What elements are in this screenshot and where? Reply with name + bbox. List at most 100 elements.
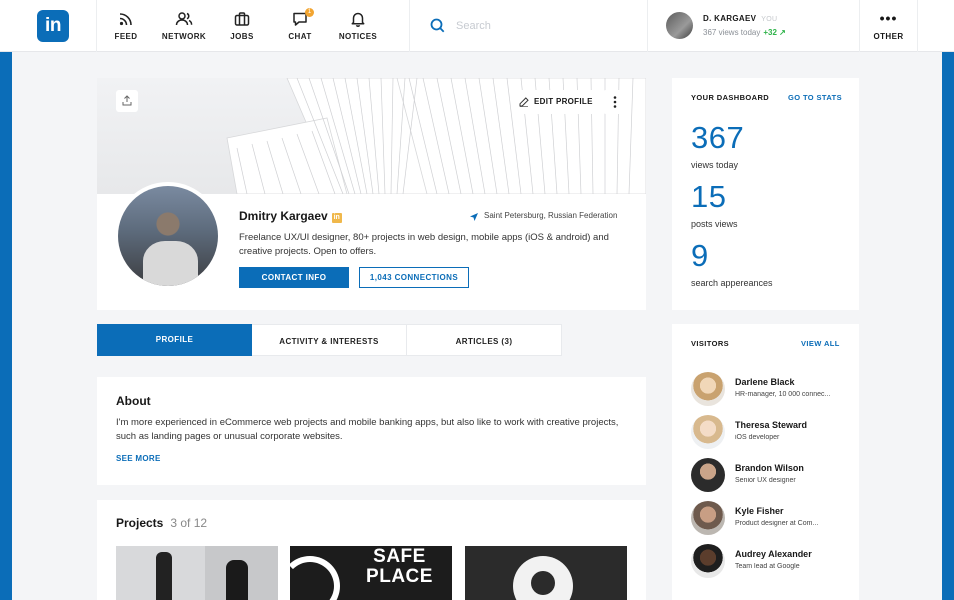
user-views: 367 views today xyxy=(703,28,761,37)
users-icon xyxy=(175,12,193,26)
profile-more-button[interactable] xyxy=(604,90,626,114)
projects-count: 3 of 12 xyxy=(170,516,208,530)
search-input[interactable] xyxy=(456,16,636,36)
stat-search-label: search appereances xyxy=(691,278,773,288)
right-accent-bar xyxy=(942,52,954,600)
stat-posts-label: posts views xyxy=(691,219,738,229)
thumb-graphic xyxy=(290,556,340,600)
search-box xyxy=(409,0,648,52)
share-icon xyxy=(122,95,132,106)
nav-item-chat[interactable]: 1 CHAT xyxy=(271,0,329,52)
location-text: Saint Petersburg, Russian Federation xyxy=(484,211,618,220)
thumb-figure xyxy=(156,552,172,600)
left-accent-bar xyxy=(0,52,12,600)
share-button[interactable] xyxy=(116,90,138,112)
chat-badge: 1 xyxy=(305,8,314,17)
connections-button[interactable]: 1,043 CONNECTIONS xyxy=(359,267,469,288)
linkedin-logo[interactable]: in xyxy=(37,10,69,42)
other-menu[interactable]: ••• OTHER xyxy=(860,0,918,52)
project-thumbnail-2[interactable]: SAFE PLACE xyxy=(290,546,452,600)
visitor-avatar xyxy=(691,458,725,492)
top-navigation: in FEED NETWORK JOBS 1 CHAT NOTICES D. K… xyxy=(0,0,954,52)
tab-articles[interactable]: ARTICLES (3) xyxy=(407,324,562,356)
nav-item-network[interactable]: NETWORK xyxy=(155,0,213,52)
profile-avatar[interactable] xyxy=(114,182,222,290)
projects-title: Projects xyxy=(116,516,164,530)
about-text: I'm more experienced in eCommerce web pr… xyxy=(116,417,619,442)
visitor-name: Darlene Black xyxy=(735,377,795,387)
nav-label-notices: NOTICES xyxy=(338,32,378,41)
edit-profile-button[interactable]: EDIT PROFILE xyxy=(512,90,598,114)
more-horizontal-icon: ••• xyxy=(879,10,898,26)
visitor-role: iOS developer xyxy=(735,434,780,441)
visitor-name: Brandon Wilson xyxy=(735,463,804,473)
dashboard-title: YOUR DASHBOARD xyxy=(691,93,770,102)
visitor-role: Senior UX designer xyxy=(735,477,796,484)
contact-info-button[interactable]: CONTACT INFO xyxy=(239,267,349,288)
visitors-card: VISITORS VIEW ALL Darlene Black HR-manag… xyxy=(672,324,859,600)
visitor-avatar xyxy=(691,544,725,578)
project-2-title: SAFE PLACE xyxy=(366,546,433,587)
stat-views-value: 367 xyxy=(691,120,745,155)
other-label: OTHER xyxy=(873,32,904,41)
projects-section: Projects 3 of 12 SAFE PLACE xyxy=(97,500,646,600)
user-name: D. KARGAEV xyxy=(703,14,757,23)
tab-profile[interactable]: PROFILE xyxy=(97,324,252,356)
visitor-item[interactable]: Audrey Alexander Team lead at Google xyxy=(691,544,851,578)
visitor-item[interactable]: Kyle Fisher Product designer at Com... xyxy=(691,501,851,535)
nav-label-feed: FEED xyxy=(114,32,138,41)
dashboard-card: YOUR DASHBOARD GO TO STATS 367 views tod… xyxy=(672,78,859,310)
about-section: About I'm more experienced in eCommerce … xyxy=(97,377,646,485)
visitor-item[interactable]: Brandon Wilson Senior UX designer xyxy=(691,458,851,492)
project-thumbnail-1[interactable] xyxy=(116,546,278,600)
more-vertical-icon xyxy=(613,96,617,108)
projects-title-line: Projects 3 of 12 xyxy=(116,516,207,530)
project-thumbnail-3[interactable] xyxy=(465,546,627,600)
visitor-name: Kyle Fisher xyxy=(735,506,784,516)
briefcase-icon xyxy=(234,12,250,26)
nav-item-jobs[interactable]: JOBS xyxy=(213,0,271,52)
go-to-stats-link[interactable]: GO TO STATS xyxy=(788,93,842,102)
tab-activity-interests[interactable]: ACTIVITY & INTERESTS xyxy=(252,324,407,356)
visitors-title: VISITORS xyxy=(691,339,730,348)
nav-label-jobs: JOBS xyxy=(230,32,254,41)
bell-icon xyxy=(351,12,365,27)
profile-location: Saint Petersburg, Russian Federation xyxy=(469,211,618,221)
user-you-label: YOU xyxy=(761,16,778,23)
profile-name-line: Dmitry Kargaev in xyxy=(239,209,342,223)
visitor-name: Theresa Steward xyxy=(735,420,808,430)
edit-icon xyxy=(519,97,529,107)
user-avatar[interactable] xyxy=(666,12,693,39)
visitor-item[interactable]: Theresa Steward iOS developer xyxy=(691,415,851,449)
profile-card: EDIT PROFILE Dmitry Kargaev in Saint Pete… xyxy=(97,78,646,310)
visitor-item[interactable]: Darlene Black HR-manager, 10 000 connec.… xyxy=(691,372,851,406)
visitor-avatar xyxy=(691,415,725,449)
see-more-link[interactable]: SEE MORE xyxy=(116,454,161,463)
visitor-role: Product designer at Com... xyxy=(735,520,819,527)
search-icon[interactable] xyxy=(430,18,445,33)
profile-bio: Freelance UX/UI designer, 80+ projects i… xyxy=(239,232,609,257)
location-arrow-icon xyxy=(470,213,478,221)
premium-badge-icon: in xyxy=(331,213,342,223)
nav-item-notices[interactable]: NOTICES xyxy=(329,0,387,52)
nav-item-feed[interactable]: FEED xyxy=(97,0,155,52)
thumb-figure xyxy=(226,560,248,600)
stat-search-value: 9 xyxy=(691,238,709,273)
cover-image: EDIT PROFILE xyxy=(97,78,646,194)
nav-label-chat: CHAT xyxy=(288,32,312,41)
visitor-role: HR-manager, 10 000 connec... xyxy=(735,391,831,398)
user-name-line: D. KARGAEV YOU xyxy=(703,14,777,23)
profile-tabs: PROFILE ACTIVITY & INTERESTS ARTICLES (3… xyxy=(97,324,562,356)
current-user[interactable]: D. KARGAEV YOU 367 views today +32 ↗ xyxy=(648,0,860,52)
profile-name: Dmitry Kargaev xyxy=(239,209,328,223)
nav-label-network: NETWORK xyxy=(161,32,207,41)
user-views-delta: +32 ↗ xyxy=(763,28,786,37)
stat-views-label: views today xyxy=(691,160,739,170)
view-all-link[interactable]: VIEW ALL xyxy=(801,339,840,348)
visitor-avatar xyxy=(691,372,725,406)
user-views-line: 367 views today +32 ↗ xyxy=(703,28,786,37)
visitor-avatar xyxy=(691,501,725,535)
about-title: About xyxy=(116,394,151,408)
visitor-role: Team lead at Google xyxy=(735,563,800,570)
thumb-graphic xyxy=(531,571,555,595)
